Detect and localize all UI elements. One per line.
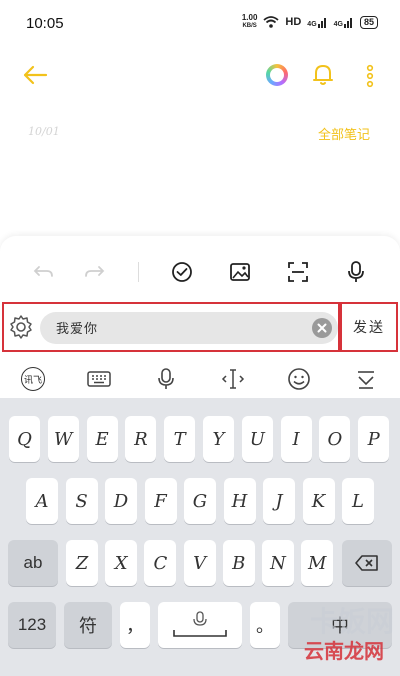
keyboard-icon — [87, 371, 111, 387]
clear-icon[interactable] — [312, 318, 332, 338]
speed-value: 1.00 — [241, 13, 258, 22]
key-q[interactable]: Q — [9, 416, 40, 462]
ime-function-row: 讯飞 — [0, 360, 400, 396]
key-z[interactable]: Z — [66, 540, 98, 586]
space-key[interactable] — [158, 602, 242, 648]
collapse-keyboard-button[interactable] — [351, 364, 381, 394]
backspace-icon — [355, 555, 378, 571]
check-circle-icon — [172, 262, 192, 282]
key-f[interactable]: F — [144, 478, 177, 524]
smiley-icon — [288, 368, 310, 390]
key-s[interactable]: S — [65, 478, 98, 524]
send-button[interactable]: 发送 — [340, 302, 398, 352]
more-options-icon[interactable] — [364, 64, 376, 88]
key-j[interactable]: J — [263, 478, 295, 524]
ime-logo-icon: 讯飞 — [21, 367, 45, 391]
shift-key[interactable]: ab — [8, 540, 58, 586]
backspace-key[interactable] — [342, 540, 392, 586]
keyboard: QWERTYUIOPASDFGHJKLZXCVBNM ab 123 符 ， 。 … — [0, 398, 400, 676]
keyboard-switch-button[interactable] — [84, 364, 114, 394]
key-i[interactable]: I — [280, 416, 312, 462]
key-k[interactable]: K — [302, 478, 335, 524]
space-mic-icon — [173, 611, 227, 637]
comma-key[interactable]: ， — [120, 602, 150, 648]
checklist-button[interactable] — [168, 258, 196, 286]
chevron-down-icon — [358, 371, 374, 389]
battery-icon: 85 — [359, 15, 378, 29]
key-p[interactable]: P — [358, 416, 390, 462]
bell-icon[interactable] — [311, 62, 335, 88]
key-m[interactable]: M — [301, 540, 334, 586]
signal-bars-icon — [317, 18, 326, 28]
status-icons: 1.00 KB/S HD 4G 4G 85 — [242, 14, 378, 30]
ime-voice-button[interactable] — [151, 364, 181, 394]
scan-button[interactable] — [284, 258, 312, 286]
microphone-icon — [158, 368, 174, 389]
key-d[interactable]: D — [105, 478, 137, 524]
image-icon — [230, 263, 250, 281]
all-notes-link[interactable]: 全部笔记 — [318, 124, 370, 143]
numbers-key[interactable]: 123 — [8, 602, 56, 648]
network-speed: 1.00 KB/S — [242, 14, 258, 30]
redo-button[interactable] — [80, 258, 108, 286]
undo-icon — [33, 266, 53, 277]
key-x[interactable]: X — [105, 540, 138, 586]
key-l[interactable]: L — [342, 478, 374, 524]
redo-icon — [85, 266, 105, 277]
toolbar-divider — [138, 262, 139, 282]
symbols-key[interactable]: 符 — [64, 602, 112, 648]
wifi-icon — [263, 16, 279, 28]
hd-badge: HD — [285, 16, 302, 28]
key-r[interactable]: R — [125, 416, 157, 462]
ime-logo-button[interactable]: 讯飞 — [18, 364, 48, 394]
back-arrow-icon[interactable] — [20, 64, 50, 86]
key-t[interactable]: T — [164, 416, 196, 462]
microphone-icon — [348, 261, 364, 282]
key-c[interactable]: C — [144, 540, 177, 586]
key-h[interactable]: H — [223, 478, 256, 524]
signal-bars-icon — [343, 18, 352, 28]
signal-1: 4G — [307, 16, 327, 28]
signal-1-label: 4G — [307, 21, 317, 28]
key-e[interactable]: E — [86, 416, 118, 462]
key-g[interactable]: G — [184, 478, 216, 524]
emoji-button[interactable] — [284, 364, 314, 394]
speed-unit: KB/S — [242, 23, 257, 29]
voice-button[interactable] — [342, 258, 370, 286]
edit-toolbar — [0, 252, 400, 292]
status-time: 10:05 — [26, 15, 64, 32]
period-key[interactable]: 。 — [250, 602, 280, 648]
key-a[interactable]: A — [26, 478, 58, 524]
key-y[interactable]: Y — [203, 416, 234, 462]
signal-2: 4G — [334, 16, 354, 28]
cursor-move-button[interactable] — [218, 364, 248, 394]
undo-button[interactable] — [30, 258, 58, 286]
key-u[interactable]: U — [241, 416, 273, 462]
key-b[interactable]: B — [222, 540, 255, 586]
scan-icon — [288, 262, 308, 282]
key-v[interactable]: V — [183, 540, 216, 586]
message-input-value: 我爱你 — [56, 322, 99, 337]
text-cursor-icon — [221, 369, 245, 389]
note-date: 10/01 — [28, 125, 60, 138]
color-theme-icon[interactable] — [266, 64, 288, 86]
key-o[interactable]: O — [319, 416, 351, 462]
watermark: 云南龙网 — [304, 639, 384, 663]
key-w[interactable]: W — [47, 416, 79, 462]
gear-icon[interactable] — [8, 314, 34, 340]
image-button[interactable] — [226, 258, 254, 286]
signal-2-label: 4G — [333, 21, 343, 28]
key-n[interactable]: N — [262, 540, 294, 586]
watermark-sub: 卡饭网 — [309, 605, 394, 638]
close-icon — [317, 323, 327, 333]
